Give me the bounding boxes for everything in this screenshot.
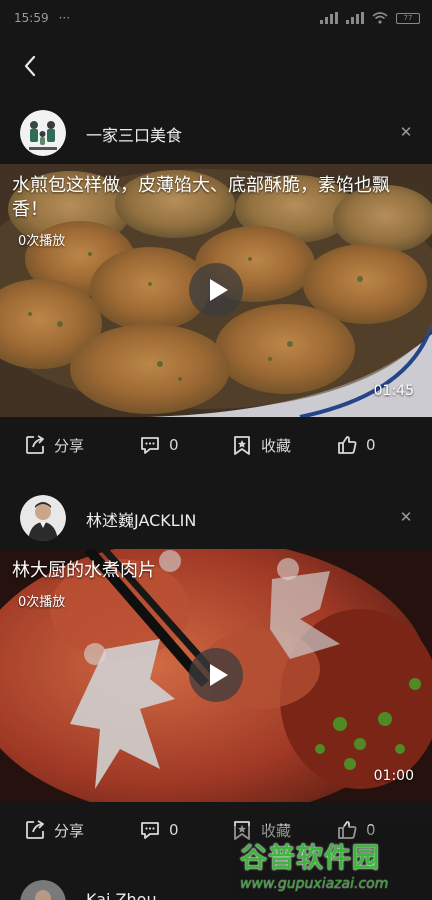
watermark-brand: 谷普软件园 xyxy=(240,843,380,874)
share-button[interactable]: 分享 xyxy=(24,434,84,456)
comment-button[interactable]: 0 xyxy=(139,434,179,456)
top-navigation xyxy=(0,40,432,92)
channel-avatar[interactable] xyxy=(20,110,66,156)
favorite-label: 收藏 xyxy=(261,436,292,455)
share-icon xyxy=(26,820,44,839)
play-button[interactable] xyxy=(189,648,243,702)
share-label: 分享 xyxy=(54,436,85,455)
video-title: 林大厨的水煮肉片 xyxy=(12,560,156,581)
cell-signal-icon xyxy=(320,12,338,24)
comment-icon xyxy=(141,437,159,454)
cell-signal-2-icon xyxy=(346,12,364,24)
share-label: 分享 xyxy=(54,821,85,840)
play-icon xyxy=(209,279,228,301)
bookmark-icon xyxy=(234,436,250,455)
video-thumbnail[interactable]: 林大厨的水煮肉片 0次播放 01:00 xyxy=(0,549,432,802)
close-icon: ✕ xyxy=(399,508,413,526)
play-count: 0次播放 xyxy=(18,595,66,610)
dismiss-button[interactable]: ✕ xyxy=(394,120,418,144)
channel-name[interactable]: 林述巍JACKLIN xyxy=(86,507,196,531)
card-header: 一家三口美食 ✕ xyxy=(0,102,432,164)
comment-button[interactable]: 0 xyxy=(139,819,179,841)
site-watermark: 谷普软件园 www.gupuxiazai.com xyxy=(234,826,432,900)
favorite-button[interactable]: 收藏 xyxy=(231,434,291,456)
video-duration: 01:45 xyxy=(373,383,414,399)
battery-indicator: 77 xyxy=(396,12,420,24)
close-icon: ✕ xyxy=(399,123,413,141)
dismiss-button[interactable]: ✕ xyxy=(394,505,418,529)
status-time: 15:59 xyxy=(14,11,49,25)
comment-icon xyxy=(141,822,159,839)
comment-count: 0 xyxy=(169,436,179,454)
channel-avatar[interactable] xyxy=(20,880,66,900)
like-count: 0 xyxy=(366,436,376,454)
thumbs-up-icon xyxy=(338,436,357,454)
channel-name[interactable]: Kai Zhou xyxy=(86,890,157,900)
channel-name[interactable]: 一家三口美食 xyxy=(86,122,182,146)
action-bar: 分享 0 收藏 0 xyxy=(0,417,432,475)
card-header: 林述巍JACKLIN ✕ xyxy=(0,487,432,549)
comment-count: 0 xyxy=(169,821,179,839)
video-card: 林述巍JACKLIN ✕ 林大厨的水煮肉片 0次播放 01:00 分享 0 收藏… xyxy=(0,487,432,860)
video-card: 一家三口美食 ✕ 水煎包这样做，皮薄馅大、底部酥脆，素馅也飘香！ 0次播放 01… xyxy=(0,102,432,475)
video-thumbnail[interactable]: 水煎包这样做，皮薄馅大、底部酥脆，素馅也飘香！ 0次播放 01:45 xyxy=(0,164,432,417)
play-count: 0次播放 xyxy=(18,234,66,249)
video-duration: 01:00 xyxy=(373,768,414,784)
play-icon xyxy=(209,664,228,686)
back-button[interactable] xyxy=(14,50,46,82)
play-button[interactable] xyxy=(189,263,243,317)
share-icon xyxy=(26,435,44,454)
share-button[interactable]: 分享 xyxy=(24,819,84,841)
status-dots: ··· xyxy=(58,11,71,25)
wifi-icon xyxy=(372,12,388,24)
status-bar: 15:59 ··· 77 xyxy=(0,0,432,36)
watermark-url: www.gupuxiazai.com xyxy=(240,876,389,892)
like-button[interactable]: 0 xyxy=(336,434,376,456)
back-arrow-icon xyxy=(24,55,36,77)
video-title: 水煎包这样做，皮薄馅大、底部酥脆，素馅也飘香！ xyxy=(12,175,390,220)
channel-avatar[interactable] xyxy=(20,495,66,541)
